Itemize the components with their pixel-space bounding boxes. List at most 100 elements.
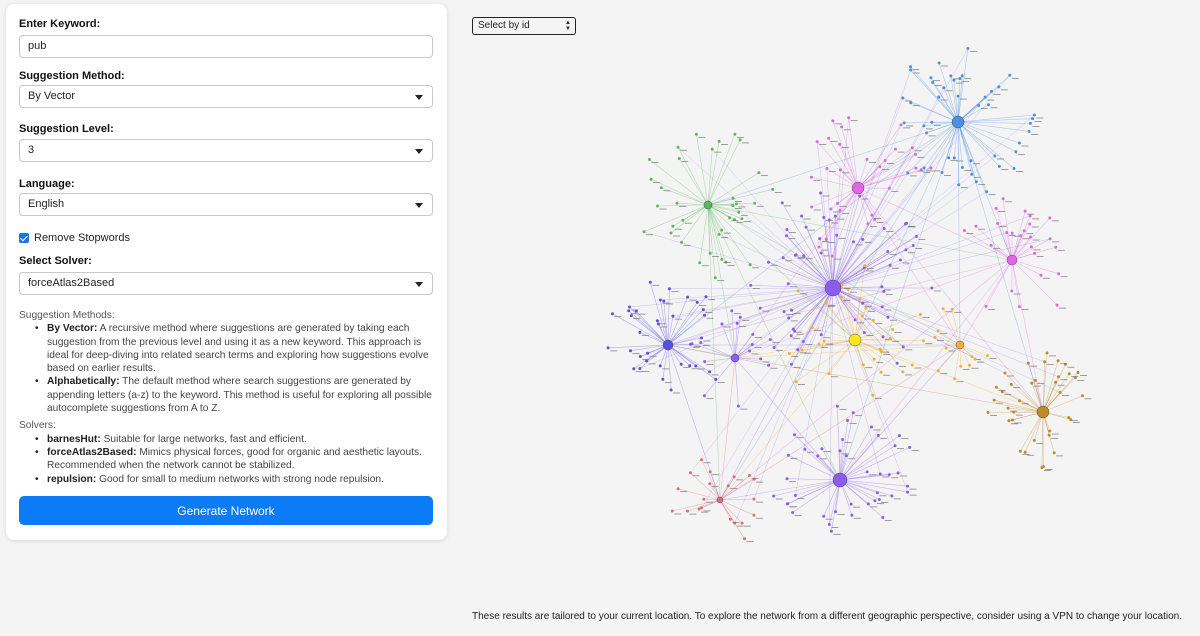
graph-node <box>681 218 685 222</box>
graph-node <box>714 377 718 381</box>
graph-node <box>743 537 746 541</box>
graph-node <box>1023 450 1027 454</box>
graph-node <box>990 89 993 93</box>
graph-node <box>704 295 708 299</box>
graph-node <box>987 103 990 107</box>
graph-node <box>785 228 789 232</box>
graph-node <box>849 502 853 506</box>
graph-node <box>708 251 712 255</box>
graph-node <box>708 482 712 486</box>
graph-node <box>717 232 721 236</box>
graph-node <box>771 187 775 191</box>
select-by-id-value: Select by id <box>478 20 530 31</box>
graph-node <box>768 338 772 342</box>
stopwords-checkbox[interactable]: Remove Stopwords <box>19 232 130 244</box>
graph-node <box>647 158 651 161</box>
graph-node <box>757 171 761 175</box>
language-select[interactable]: English <box>19 193 433 216</box>
graph-node <box>835 233 839 237</box>
graph-node <box>1076 371 1080 374</box>
graph-node <box>824 301 828 305</box>
graph-edge <box>760 287 834 309</box>
graph-hub-node <box>716 496 724 504</box>
keyword-input[interactable]: pub <box>19 35 433 58</box>
methods-title: Suggestion Methods: <box>19 310 115 321</box>
graph-node <box>694 364 698 368</box>
graph-edge <box>704 357 736 362</box>
method-select[interactable]: By Vector <box>19 85 433 108</box>
graph-node <box>1030 381 1034 385</box>
graph-edge <box>677 147 834 289</box>
graph-node <box>804 225 808 229</box>
graph-node <box>787 316 791 320</box>
graph-node <box>656 204 659 208</box>
graph-hub-node <box>1006 254 1018 266</box>
graph-edge <box>1002 198 1013 261</box>
graph-edge <box>783 257 834 289</box>
solver-select[interactable]: forceAtlas2Based <box>19 272 433 295</box>
checkbox-checked-icon[interactable] <box>19 233 29 243</box>
graph-edge <box>657 287 834 322</box>
graph-node <box>699 336 703 340</box>
graph-node <box>1067 372 1071 376</box>
graph-edge <box>1011 238 1051 261</box>
graph-node <box>767 260 770 264</box>
graph-node <box>1008 73 1012 77</box>
graph-node <box>686 295 690 299</box>
graph-node <box>904 248 908 252</box>
graph-node <box>970 355 974 359</box>
graph-node <box>1031 117 1034 121</box>
graph-node <box>819 251 823 255</box>
graph-edge <box>826 168 834 289</box>
graph-node <box>844 454 848 458</box>
graph-node <box>758 306 762 310</box>
graph-node <box>671 224 675 228</box>
graph-node <box>606 346 610 350</box>
graph-node <box>879 370 883 374</box>
graph-node <box>680 240 683 244</box>
graph-node <box>815 140 819 144</box>
graph-node <box>1001 197 1005 201</box>
graph-node <box>817 245 821 249</box>
graph-node <box>1014 150 1018 154</box>
graph-edge <box>687 499 721 512</box>
graph-node <box>829 529 833 533</box>
graph-node <box>898 258 902 262</box>
graph-node <box>887 186 891 190</box>
graph-edge <box>629 306 669 346</box>
graph-edge <box>667 344 672 391</box>
graph-node <box>877 498 881 501</box>
graph-node <box>1010 289 1014 293</box>
network-graph[interactable] <box>590 40 1200 595</box>
graph-node <box>970 172 974 176</box>
level-select[interactable]: 3 <box>19 139 433 162</box>
graph-node <box>993 154 997 158</box>
graph-node <box>1081 394 1084 398</box>
graph-node <box>642 230 646 234</box>
method-item-alpha: Alphabetically: The default method where… <box>33 375 433 415</box>
graph-hub-node <box>951 115 965 129</box>
graph-edge <box>707 149 713 206</box>
graph-node <box>1063 362 1067 366</box>
graph-node <box>1026 361 1030 365</box>
graph-node <box>627 309 631 313</box>
graph-node <box>700 458 704 462</box>
select-by-id-dropdown[interactable]: Select by id ▲ ▼ <box>472 17 576 35</box>
graph-node <box>1005 231 1009 234</box>
generate-network-button[interactable]: Generate Network <box>19 496 433 525</box>
graph-node <box>994 206 998 210</box>
graph-edge <box>854 339 924 341</box>
graph-node <box>906 490 910 494</box>
graph-node <box>840 125 844 129</box>
graph-node <box>720 257 724 261</box>
graph-node <box>661 377 665 381</box>
graph-node <box>968 363 971 367</box>
graph-edge <box>701 459 721 501</box>
graph-edge <box>787 479 841 504</box>
graph-node <box>838 142 842 146</box>
graph-node <box>1043 360 1047 364</box>
graph-node <box>962 229 966 232</box>
graph-node <box>922 124 926 128</box>
graph-node <box>852 240 856 244</box>
graph-node <box>772 346 776 349</box>
